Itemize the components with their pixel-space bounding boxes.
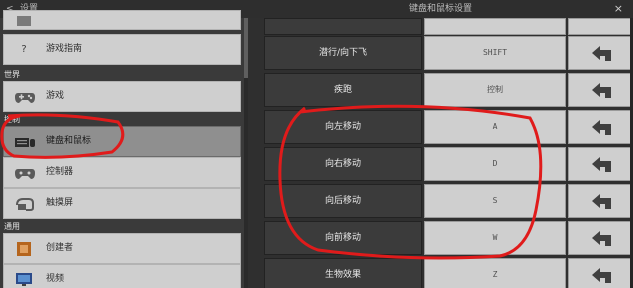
sidebar-item-label: 视频	[46, 274, 65, 284]
action-label: 生物效果	[264, 258, 422, 288]
creator-icon	[14, 241, 34, 257]
key-binding-button[interactable]: 控制	[424, 73, 566, 107]
reset-button[interactable]	[568, 18, 633, 35]
action-label: 向右移动	[264, 147, 422, 181]
sidebar-item-touch[interactable]: 触摸屏	[3, 188, 241, 219]
sidebar-item-label: 创建者	[46, 243, 74, 253]
section-general: 通用	[4, 222, 20, 231]
action-label: 疾跑	[264, 73, 422, 107]
key-binding-button[interactable]: SHIFT	[424, 36, 566, 70]
settings-window: { "header": { "back_label": "<", "title"…	[0, 0, 633, 288]
undo-arrow-icon	[592, 120, 611, 135]
reset-button[interactable]	[568, 258, 633, 288]
binding-row: 生物效果 Z	[264, 258, 633, 288]
reset-button[interactable]	[568, 147, 633, 181]
item-icon	[14, 13, 34, 29]
undo-arrow-icon	[592, 194, 611, 209]
undo-arrow-icon	[592, 83, 611, 98]
gamepad-icon	[14, 89, 35, 105]
undo-arrow-icon	[592, 46, 611, 61]
controller-icon	[14, 165, 35, 181]
reset-button[interactable]	[568, 36, 633, 70]
sidebar-item-keyboard-mouse[interactable]: 键盘和鼠标	[3, 126, 241, 157]
key-binding-button[interactable]: D	[424, 147, 566, 181]
sidebar-item-hidden[interactable]	[3, 10, 241, 30]
binding-row: 向左移动 A	[264, 110, 633, 144]
key-binding-button[interactable]: Z	[424, 258, 566, 288]
monitor-icon	[14, 272, 34, 288]
section-world: 世界	[4, 70, 20, 79]
key-binding-button[interactable]: S	[424, 184, 566, 218]
undo-arrow-icon	[592, 157, 611, 172]
sidebar-item-label: 键盘和鼠标	[46, 136, 92, 146]
binding-row: 向前移动 W	[264, 221, 633, 255]
key-cell[interactable]	[424, 18, 566, 35]
settings-sidebar: < 设置 ? 游戏指南 世界 游戏 控制 键盘和鼠标 控制器 触摸屏 通用 创建…	[0, 0, 248, 288]
sidebar-item-creator[interactable]: 创建者	[3, 233, 241, 264]
close-icon[interactable]: ×	[614, 0, 623, 18]
panel-title: 键盘和鼠标设置	[408, 4, 472, 14]
action-label: 向前移动	[264, 221, 422, 255]
action-label: 向左移动	[264, 110, 422, 144]
section-controls: 控制	[4, 115, 20, 124]
undo-arrow-icon	[592, 231, 611, 246]
action-label: 向后移动	[264, 184, 422, 218]
keyboard-mouse-panel: 键盘和鼠标设置 × 潜行/向下飞 SHIFT 疾跑 控制 向左移动 A 向右移动…	[248, 0, 633, 288]
binding-row: 潜行/向下飞 SHIFT	[264, 36, 633, 70]
reset-button[interactable]	[568, 221, 633, 255]
sidebar-item-label: 触摸屏	[46, 198, 74, 208]
binding-row: 疾跑 控制	[264, 73, 633, 107]
sidebar-item-controller[interactable]: 控制器	[3, 157, 241, 188]
touch-icon	[14, 196, 34, 212]
reset-button[interactable]	[568, 110, 633, 144]
binding-row-partial	[264, 18, 633, 35]
reset-button[interactable]	[568, 73, 633, 107]
sidebar-item-label: 游戏指南	[46, 44, 83, 54]
binding-row: 向右移动 D	[264, 147, 633, 181]
key-binding-button[interactable]: W	[424, 221, 566, 255]
sidebar-item-guide[interactable]: ? 游戏指南	[3, 34, 241, 65]
key-binding-button[interactable]: A	[424, 110, 566, 144]
sidebar-item-label: 控制器	[46, 167, 74, 177]
panel-header: 键盘和鼠标设置 ×	[248, 0, 633, 18]
undo-arrow-icon	[592, 268, 611, 283]
action-cell	[264, 18, 422, 35]
keyboard-mouse-icon	[14, 134, 35, 150]
sidebar-item-game[interactable]: 游戏	[3, 81, 241, 112]
reset-button[interactable]	[568, 184, 633, 218]
binding-row: 向后移动 S	[264, 184, 633, 218]
sidebar-item-video[interactable]: 视频	[3, 264, 241, 288]
question-icon: ?	[21, 44, 27, 55]
sidebar-item-label: 游戏	[46, 91, 65, 101]
action-label: 潜行/向下飞	[264, 36, 422, 70]
